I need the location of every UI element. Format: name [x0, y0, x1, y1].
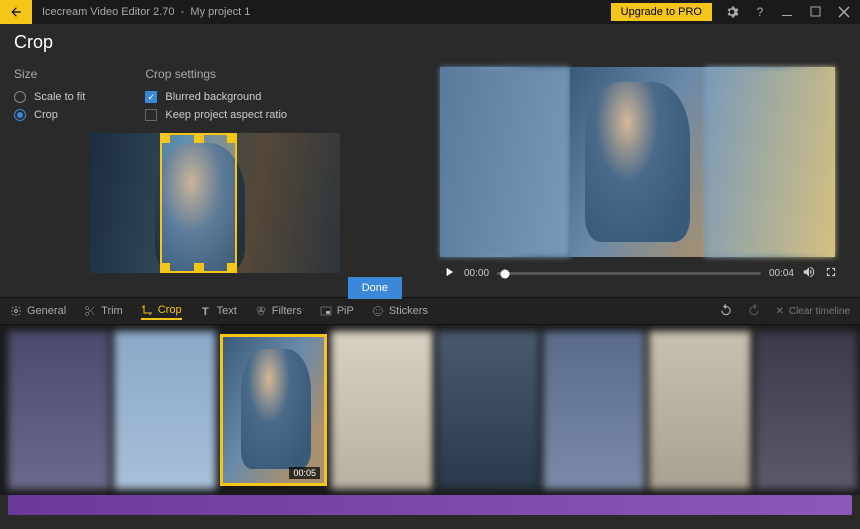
crop-icon [141, 304, 153, 316]
redo-button[interactable] [747, 303, 761, 320]
checkbox-icon [145, 91, 157, 103]
minimize-icon[interactable] [780, 4, 796, 20]
progress-bar[interactable] [497, 272, 761, 275]
undo-icon [719, 303, 733, 317]
tool-pip[interactable]: PiP [320, 305, 354, 317]
pip-icon [320, 305, 332, 317]
duration: 00:04 [769, 268, 794, 279]
done-button[interactable]: Done [348, 277, 402, 299]
redo-icon [747, 303, 761, 317]
tool-trim[interactable]: Trim [84, 305, 123, 317]
size-group: Size Scale to fit Crop [14, 67, 85, 121]
crop-settings-group: Crop settings Blurred background Keep pr… [145, 67, 287, 121]
play-button[interactable] [442, 265, 456, 282]
maximize-icon[interactable] [808, 4, 824, 20]
crop-handle-tl[interactable] [160, 133, 170, 143]
fullscreen-icon [824, 265, 838, 279]
crop-label: Crop [34, 109, 58, 121]
timeline-clip[interactable] [331, 331, 433, 489]
clip-duration: 00:05 [289, 467, 320, 479]
upgrade-button[interactable]: Upgrade to PRO [611, 3, 712, 21]
svg-text:T: T [202, 306, 209, 317]
radio-icon [14, 109, 26, 121]
scissors-icon [84, 305, 96, 317]
text-icon: T [200, 305, 212, 317]
keep-ratio-label: Keep project aspect ratio [165, 109, 287, 121]
gear-icon [10, 305, 22, 317]
timeline-clip[interactable] [755, 331, 857, 489]
crop-options-panel: Size Scale to fit Crop Crop settings Blu… [0, 61, 430, 297]
timeline-clip[interactable] [543, 331, 645, 489]
play-icon [442, 265, 456, 279]
timeline-clip[interactable] [437, 331, 539, 489]
back-button[interactable] [0, 0, 32, 24]
volume-icon [802, 265, 816, 279]
radio-icon [14, 91, 26, 103]
window-title: Icecream Video Editor 2.70 - My project … [32, 6, 250, 18]
crop-rectangle[interactable] [160, 133, 237, 273]
timeline-clip[interactable] [649, 331, 751, 489]
help-icon[interactable]: ? [752, 4, 768, 20]
blurred-label: Blurred background [165, 91, 261, 103]
audio-track[interactable] [8, 495, 852, 515]
crop-settings-title: Crop settings [145, 67, 287, 81]
tool-filters[interactable]: Filters [255, 305, 302, 317]
tool-general[interactable]: General [10, 305, 66, 317]
blurred-background-checkbox[interactable]: Blurred background [145, 91, 287, 103]
undo-button[interactable] [719, 303, 733, 320]
filters-icon [255, 305, 267, 317]
tool-stickers[interactable]: Stickers [372, 305, 428, 317]
crop-radio[interactable]: Crop [14, 109, 85, 121]
keep-aspect-ratio-checkbox[interactable]: Keep project aspect ratio [145, 109, 287, 121]
preview-panel: 00:00 00:04 [430, 61, 850, 297]
video-preview [440, 67, 835, 257]
timeline[interactable]: 00:05 [0, 325, 860, 495]
settings-icon[interactable] [724, 4, 740, 20]
current-time: 00:00 [464, 268, 489, 279]
crop-handle-tm[interactable] [194, 133, 204, 143]
close-icon[interactable] [836, 4, 852, 20]
tools-toolbar: General Trim Crop TText Filters PiP Stic… [0, 297, 860, 325]
crop-handle-tr[interactable] [227, 133, 237, 143]
fullscreen-button[interactable] [824, 265, 838, 282]
timeline-clip-selected[interactable]: 00:05 [220, 334, 327, 486]
crop-handle-br[interactable] [227, 263, 237, 273]
progress-thumb[interactable] [500, 269, 509, 278]
stickers-icon [372, 305, 384, 317]
crop-handle-bm[interactable] [194, 263, 204, 273]
checkbox-icon [145, 109, 157, 121]
clear-timeline-button[interactable]: ✕ Clear timeline [775, 306, 850, 317]
arrow-left-icon [9, 5, 23, 19]
scale-to-fit-radio[interactable]: Scale to fit [14, 91, 85, 103]
size-title: Size [14, 67, 85, 81]
crop-area[interactable] [90, 133, 340, 273]
tool-text[interactable]: TText [200, 305, 237, 317]
tool-crop[interactable]: Crop [141, 304, 182, 320]
crop-handle-bl[interactable] [160, 263, 170, 273]
timeline-clip[interactable] [8, 331, 110, 489]
player-controls: 00:00 00:04 [440, 265, 840, 282]
timeline-clip[interactable] [114, 331, 216, 489]
titlebar: Icecream Video Editor 2.70 - My project … [0, 0, 860, 24]
volume-button[interactable] [802, 265, 816, 282]
page-title: Crop [0, 24, 860, 61]
scale-label: Scale to fit [34, 91, 85, 103]
